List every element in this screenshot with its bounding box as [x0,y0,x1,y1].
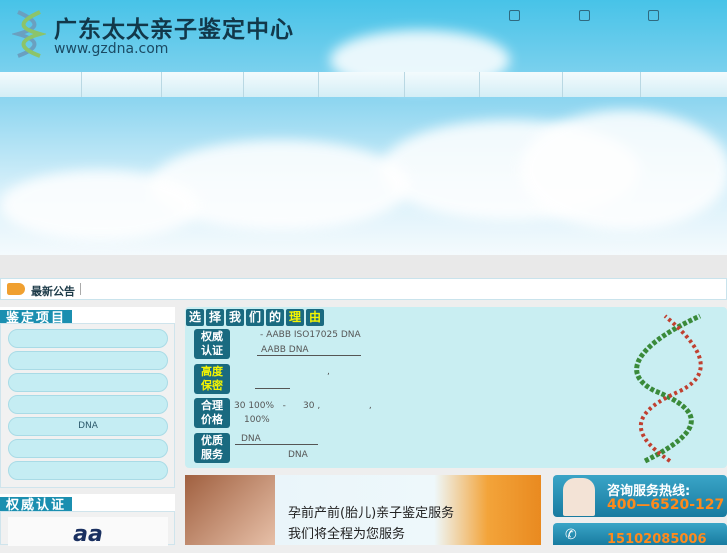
bookmark-icon[interactable] [579,10,590,21]
nurse-avatar [563,478,595,516]
project-item[interactable]: DNA [8,417,168,436]
main-nav [0,72,727,97]
nav-item[interactable] [319,72,405,97]
cert-box: aa [0,511,175,547]
why-title-char: 们 [246,309,264,326]
project-item[interactable] [8,329,168,348]
badge-line: 权威 [201,330,223,343]
projects-header: 鉴定项目 [0,307,175,327]
reason-text: DNA [288,450,308,460]
why-title-char: 我 [226,309,244,326]
reason-link[interactable]: AABB DNA [257,345,361,356]
why-title-char: 的 [266,309,284,326]
project-item[interactable] [8,461,168,480]
badge-line: 服务 [201,448,223,461]
nav-item[interactable] [641,72,727,97]
nav-item[interactable] [244,72,319,97]
nav-item[interactable] [405,72,480,97]
reason-text: 100% [244,415,270,425]
nav-item[interactable] [563,72,641,97]
project-item[interactable] [8,395,168,414]
badge-line: 优质 [201,434,223,447]
badge-line: 保密 [201,379,223,392]
nav-item[interactable] [480,72,563,97]
mobile-box[interactable]: ✆ 15102085006 [553,523,727,547]
why-choose-us-panel: 选 择 我 们 的 理 由 权威 认证 - AABB ISO17025 DNA A… [185,307,727,468]
nav-item[interactable] [0,72,82,97]
badge-line: 高度 [201,365,223,378]
contact-icon[interactable] [648,10,659,21]
reason-link[interactable]: DNA [235,434,318,445]
aabb-logo[interactable]: aa [8,517,168,547]
reason-text: - AABB ISO17025 DNA [260,330,361,340]
reason-text: , [327,367,330,377]
banner-line2: 我们将全程为您服务 [288,527,406,542]
badge-line: 认证 [201,344,223,357]
divider-strip [0,255,727,278]
notice-label: 最新公告 [31,285,75,298]
nav-item[interactable] [162,72,244,97]
badge-price: 合理 价格 [194,398,230,428]
project-item[interactable] [8,351,168,370]
badge-line: 价格 [201,413,223,426]
banner-line1: 孕前产前(胎儿)亲子鉴定服务 [288,506,455,521]
why-title-char: 选 [186,309,204,326]
project-item[interactable] [8,373,168,392]
dna-helix-icon [634,313,703,464]
site-url[interactable]: www.gzdna.com [54,41,168,57]
badge-privacy: 高度 保密 [194,364,230,394]
hotline-box[interactable]: 咨询服务热线: 400—6520-127 [553,475,727,517]
projects-list: DNA [0,323,175,488]
reason-text: 30 100% - 30 , , [234,401,372,411]
home-icon[interactable] [509,10,520,21]
phone-icon: ✆ [565,527,577,543]
dna-logo-icon [12,10,46,58]
badge-authority: 权威 认证 [194,329,230,359]
divider [80,283,81,295]
why-title-char: 理 [286,309,304,326]
why-title-char: 由 [306,309,324,326]
megaphone-icon [7,283,25,295]
cert-header: 权威认证 [0,494,175,514]
mother-photo [185,475,275,545]
badge-line: 合理 [201,399,223,412]
hotline-number: 400—6520-127 [607,497,725,513]
site-title[interactable]: 广东太太亲子鉴定中心 [54,10,294,44]
reason-link[interactable] [255,388,290,389]
prenatal-service-banner[interactable]: 孕前产前(胎儿)亲子鉴定服务 我们将全程为您服务 [185,475,541,545]
notice-bar: 最新公告 [0,278,727,300]
badge-service: 优质 服务 [194,433,230,463]
project-item[interactable] [8,439,168,458]
why-title-char: 择 [206,309,224,326]
nav-item[interactable] [82,72,162,97]
